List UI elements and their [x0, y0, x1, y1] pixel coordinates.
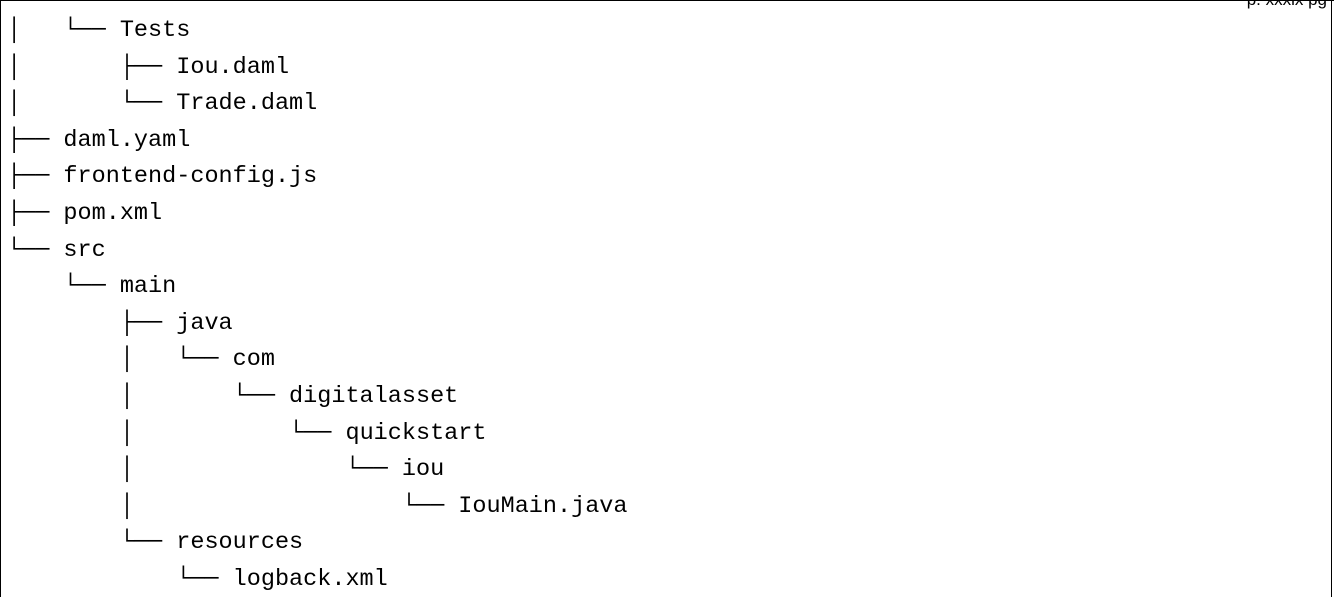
- tree-line: ├── java: [7, 306, 628, 343]
- tree-line: │ ├── Iou.daml: [7, 50, 628, 87]
- tree-folder-name: Tests: [119, 17, 191, 44]
- tree-folder-name: src: [63, 236, 106, 264]
- tree-line: └── src: [7, 233, 628, 270]
- tree-folder-name: digitalasset: [289, 382, 459, 410]
- tree-branch: │ └──: [7, 17, 120, 44]
- tree-line: ├── daml.yaml: [7, 123, 628, 160]
- tree-branch: │ ├──: [7, 53, 177, 81]
- tree-branch: │ └──: [7, 346, 233, 374]
- tree-folder-name: iou: [401, 456, 445, 484]
- tree-file-name: logback.xml: [232, 565, 388, 593]
- tree-branch: │ └──: [7, 419, 346, 447]
- tree-branch: ├──: [7, 199, 64, 227]
- tree-file-name: Iou.daml: [176, 53, 290, 81]
- page-frame: p. xxxix pg │ └── Tests│ ├── Iou.daml│ └…: [0, 0, 1332, 597]
- page-corner-text: p. xxxix pg: [1247, 0, 1327, 8]
- tree-file-name: IouMain.java: [458, 492, 628, 520]
- tree-file-name: frontend-config.js: [63, 163, 318, 191]
- tree-file-name: pom.xml: [63, 199, 163, 227]
- tree-branch: └──: [7, 529, 177, 557]
- tree-branch: ├──: [7, 126, 64, 154]
- tree-branch: │ └──: [7, 90, 177, 118]
- tree-file-name: daml.yaml: [63, 126, 191, 154]
- tree-line: │ └── iou: [7, 452, 628, 489]
- tree-line: │ └── quickstart: [7, 416, 628, 453]
- tree-folder-name: com: [232, 346, 275, 374]
- tree-line: └── main: [7, 269, 628, 306]
- tree-branch: ├──: [7, 309, 177, 337]
- tree-line: │ └── IouMain.java: [7, 489, 628, 526]
- tree-line: └── resources: [7, 525, 628, 562]
- tree-line: │ └── digitalasset: [7, 379, 628, 416]
- tree-branch: ├──: [7, 163, 64, 191]
- directory-tree: │ └── Tests │ ├── Iou.daml │ └── Trade.dam…: [7, 13, 628, 599]
- tree-branch: └──: [7, 236, 64, 264]
- tree-branch: │ └──: [7, 382, 290, 410]
- tree-line: ├── frontend-config.js: [7, 159, 628, 196]
- tree-file-name: Trade.daml: [176, 90, 318, 118]
- tree-folder-name: main: [119, 273, 177, 301]
- tree-line: │ └── com: [7, 342, 628, 379]
- tree-branch: │ └──: [7, 456, 402, 484]
- tree-line: │ └── Trade.daml: [7, 86, 628, 123]
- tree-line: ├── pom.xml: [7, 196, 628, 233]
- tree-line: │ └── Tests: [7, 13, 628, 50]
- tree-line: └── logback.xml: [7, 562, 628, 599]
- tree-folder-name: resources: [176, 529, 304, 557]
- tree-branch: └──: [7, 273, 120, 301]
- tree-branch: │ └──: [7, 492, 459, 520]
- tree-folder-name: java: [176, 309, 233, 337]
- tree-folder-name: quickstart: [345, 419, 487, 447]
- tree-branch: └──: [7, 565, 233, 593]
